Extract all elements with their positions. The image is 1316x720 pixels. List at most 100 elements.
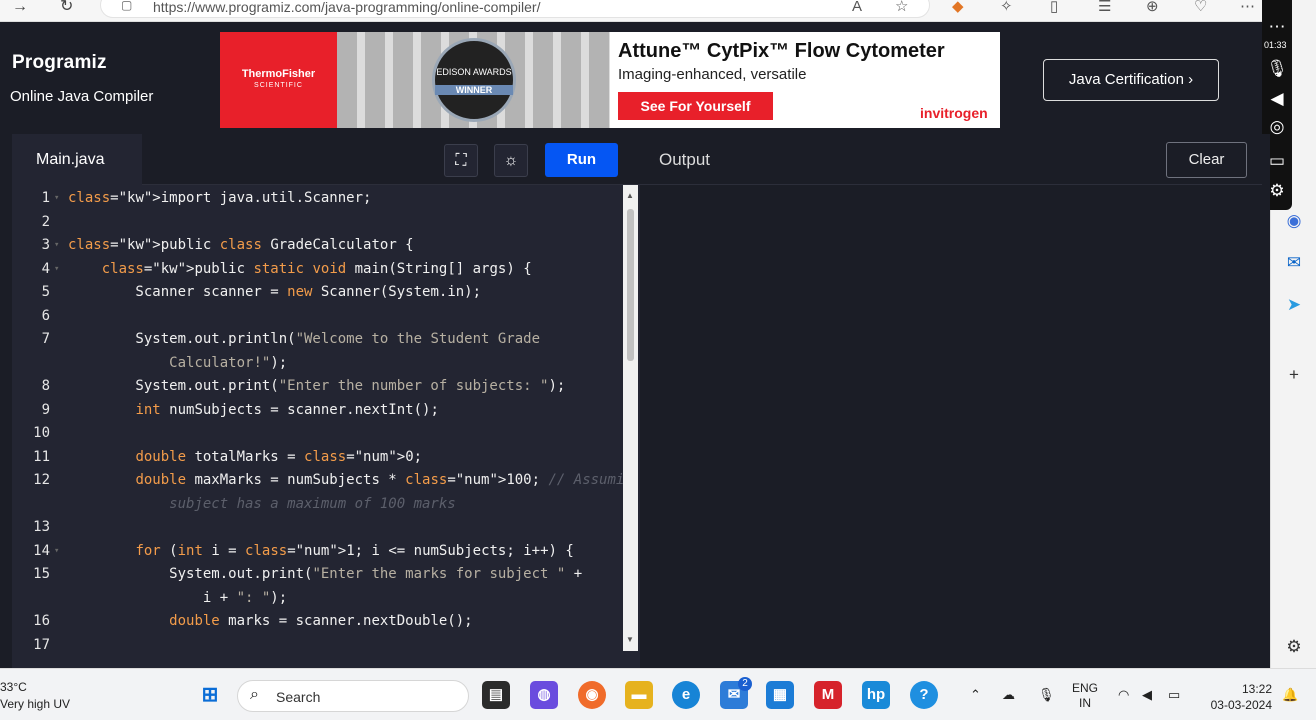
code-line[interactable]: 8 System.out.print("Enter the number of …	[12, 374, 623, 398]
mail-badge: 2	[738, 677, 752, 691]
ad-brand-name: ThermoFisher	[241, 68, 316, 80]
line-text: System.out.println("Welcome to the Stude…	[68, 331, 541, 347]
browser-essentials-icon[interactable]: ♡	[1194, 0, 1207, 14]
mcafee-icon[interactable]: M	[814, 681, 842, 709]
compiler-workspace: Main.java ⛶ ☼ Run 1 ▾ class="kw">import ja…	[0, 134, 1270, 668]
metamask-extension-icon[interactable]: ◆	[952, 0, 964, 14]
fold-arrow-icon[interactable]: ▾	[54, 539, 59, 563]
code-line[interactable]: 13	[12, 515, 623, 539]
extensions-icon[interactable]: ✧	[1000, 0, 1013, 14]
code-line[interactable]: 7 System.out.println("Welcome to the Stu…	[12, 327, 623, 351]
java-certification-button[interactable]: Java Certification ›	[1043, 59, 1219, 101]
scroll-up-icon[interactable]: ▲	[626, 191, 634, 200]
split-screen-icon[interactable]: ▯	[1050, 0, 1058, 14]
windows-start-icon[interactable]: ⊞	[196, 681, 224, 709]
code-line[interactable]: 14 ▾ for (int i = class="num">1; i <= num…	[12, 539, 623, 563]
tab-main-java[interactable]: Main.java	[12, 134, 142, 185]
store-icon[interactable]: ▦	[766, 681, 794, 709]
code-line[interactable]: 3 ▾ class="kw">public class GradeCalculato…	[12, 233, 623, 257]
advertisement-banner[interactable]: ThermoFisher SCIENTIFIC EDISON AWARDS WI…	[220, 32, 1000, 128]
settings-more-icon[interactable]: ⋯	[1240, 0, 1255, 14]
firefox-icon[interactable]: ◉	[578, 681, 606, 709]
line-text: subject has a maximum of 100 marks	[68, 495, 456, 512]
line-number: 5	[41, 284, 50, 300]
code-line[interactable]: 6	[12, 304, 623, 328]
line-text: i + ": ");	[68, 589, 288, 606]
clear-button[interactable]: Clear	[1166, 142, 1247, 178]
weather-description[interactable]: Very high UV	[0, 697, 70, 711]
search-placeholder: Search	[276, 689, 321, 705]
line-number: 2	[41, 213, 50, 230]
scroll-down-icon[interactable]: ▼	[626, 635, 634, 644]
taskbar-search[interactable]: ⌕ Search	[237, 680, 469, 712]
show-hidden-icons-icon[interactable]: ⌃	[970, 687, 981, 703]
code-line[interactable]: 11 double totalMarks = class="num">0;	[12, 445, 623, 469]
forward-icon[interactable]: →	[12, 0, 28, 16]
copilot-icon[interactable]: ◉	[1282, 210, 1306, 232]
favorite-star-icon[interactable]: ☆	[895, 0, 908, 14]
wifi-icon[interactable]: ◠	[1118, 687, 1129, 703]
editor-toolbar: Main.java ⛶ ☼ Run	[12, 134, 640, 185]
language-indicator[interactable]: ENG IN	[1072, 681, 1098, 711]
fullscreen-icon[interactable]: ⛶	[444, 144, 478, 177]
myhp-icon[interactable]: hp	[862, 681, 890, 709]
collections-icon[interactable]: ⊕	[1146, 0, 1159, 14]
code-line[interactable]: 17	[12, 633, 623, 657]
refresh-icon[interactable]: ↻	[60, 0, 73, 16]
code-line[interactable]: i + ": ");	[12, 586, 623, 610]
onedrive-icon[interactable]: ☁	[1002, 687, 1015, 703]
more-icon[interactable]: ⋯	[1266, 16, 1288, 38]
volume-icon[interactable]: ◀	[1142, 687, 1152, 703]
ad-subtitle: Imaging-enhanced, versatile	[618, 66, 807, 83]
read-aloud-icon[interactable]: A	[852, 0, 862, 14]
outlook-icon[interactable]: ✉	[1282, 252, 1306, 274]
award-seal: EDISON AWARDS WINNER	[432, 38, 516, 122]
task-view-icon[interactable]: ▤	[482, 681, 510, 709]
sidebar-settings-icon[interactable]: ⚙	[1282, 636, 1306, 658]
code-line[interactable]: subject has a maximum of 100 marks	[12, 492, 623, 516]
favorites-icon[interactable]: ☰	[1098, 0, 1111, 14]
code-line[interactable]: 9 int numSubjects = scanner.nextInt();	[12, 398, 623, 422]
address-bar[interactable]: ▢ https://www.programiz.com/java-program…	[100, 0, 930, 18]
add-sidebar-app-icon[interactable]: +	[1282, 364, 1306, 386]
code-line[interactable]: 5 Scanner scanner = new Scanner(System.i…	[12, 280, 623, 304]
microphone-icon[interactable]: 🎙	[1266, 58, 1288, 80]
notifications-bell-icon[interactable]: 🔔	[1282, 687, 1298, 703]
code-line[interactable]: 10	[12, 421, 623, 445]
search-icon: ⌕	[250, 686, 259, 703]
code-line[interactable]: 2	[12, 210, 623, 234]
edge-icon[interactable]: e	[672, 681, 700, 709]
editor-scrollbar[interactable]: ▲ ▼	[623, 185, 638, 651]
clock-date: 03-03-2024	[1210, 698, 1272, 712]
line-text: double totalMarks = class="num">0;	[135, 448, 423, 465]
theme-toggle-icon[interactable]: ☼	[494, 144, 528, 177]
line-number: 16	[33, 613, 50, 629]
fold-arrow-icon[interactable]: ▾	[54, 186, 59, 210]
ad-cta-button[interactable]: See For Yourself	[618, 92, 773, 120]
speaker-icon[interactable]: ◀	[1266, 88, 1288, 110]
weather-temperature[interactable]: 33°C	[0, 680, 27, 694]
fold-arrow-icon[interactable]: ▾	[54, 257, 59, 281]
code-line[interactable]: 16 double marks = scanner.nextDouble();	[12, 609, 623, 633]
line-text: class="kw">public static void main(Strin…	[101, 260, 532, 277]
code-line[interactable]: Calculator!");	[12, 351, 623, 375]
file-explorer-icon[interactable]: ▬	[625, 681, 653, 709]
scroll-thumb[interactable]	[627, 209, 634, 361]
line-text: double marks = scanner.nextDouble();	[169, 613, 473, 629]
recording-time: 01:33	[1264, 40, 1287, 50]
line-number: 14	[33, 542, 50, 559]
code-line[interactable]: 12 double maxMarks = numSubjects * class…	[12, 468, 623, 492]
code-line[interactable]: 1 ▾ class="kw">import java.util.Scanner;	[12, 186, 623, 210]
fold-arrow-icon[interactable]: ▾	[54, 233, 59, 257]
code-editor[interactable]: 1 ▾ class="kw">import java.util.Scanner; 2 3…	[12, 185, 623, 668]
battery-icon[interactable]: ▭	[1168, 687, 1180, 703]
code-line[interactable]: 4 ▾ class="kw">public static void main(St…	[12, 257, 623, 281]
help-icon[interactable]: ?	[910, 681, 938, 709]
run-button[interactable]: Run	[545, 143, 618, 177]
code-line[interactable]: 15 System.out.print("Enter the marks for…	[12, 562, 623, 586]
microphone-tray-icon[interactable]: 🎙	[1038, 687, 1055, 703]
telegram-icon[interactable]: ➤	[1282, 294, 1306, 316]
programiz-logo[interactable]: Programiz	[12, 52, 107, 74]
taskbar-clock[interactable]: 13:22 03-03-2024	[1198, 681, 1272, 713]
chat-icon[interactable]: ◍	[530, 681, 558, 709]
